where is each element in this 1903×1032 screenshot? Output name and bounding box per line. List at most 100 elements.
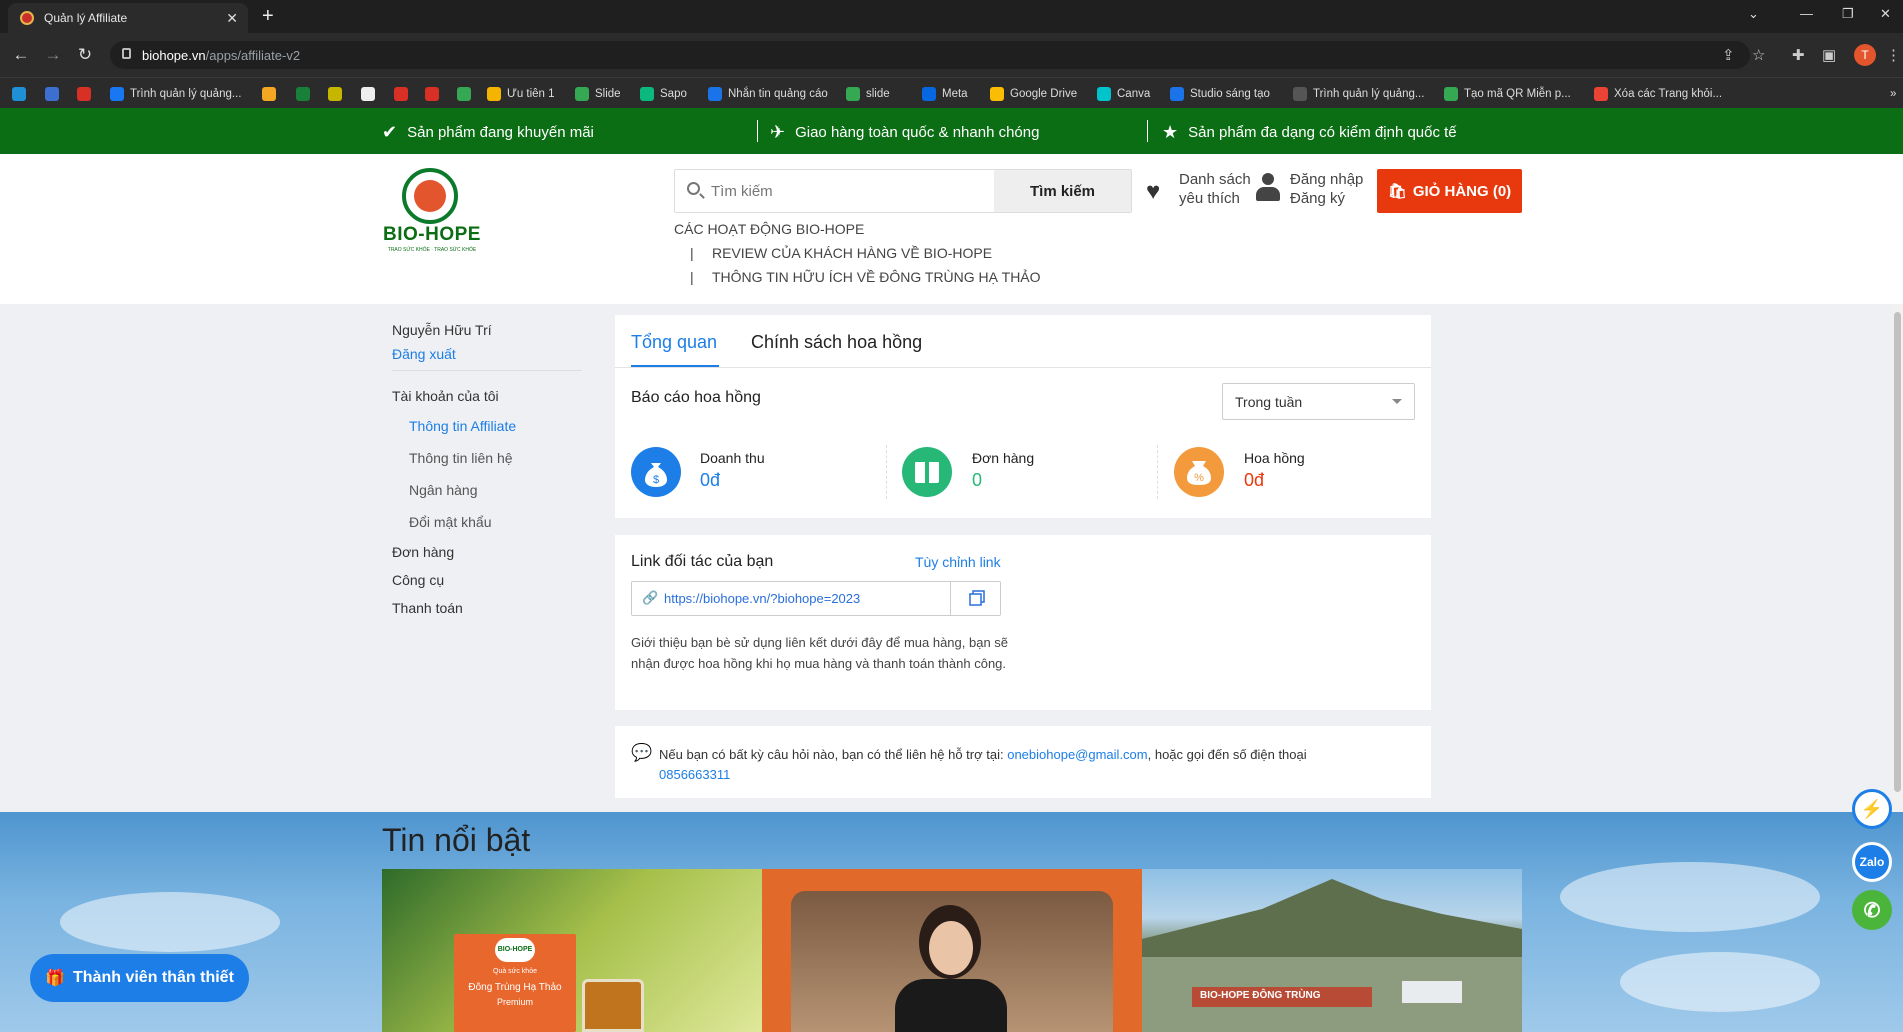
copy-button[interactable] [950,582,1000,615]
bookmark-item[interactable] [425,85,445,103]
bookmark-item[interactable] [296,85,316,103]
menu-item-info[interactable]: THÔNG TIN HỮU ÍCH VỀ ĐÔNG TRÙNG HẠ THẢO [712,269,1041,285]
sidebar-item-tools[interactable]: Công cụ [392,572,444,588]
new-tab-icon[interactable]: + [262,5,274,28]
sidebar-account[interactable]: Tài khoản của tôi [392,388,499,404]
bookmark-item[interactable]: Trình quản lý quảng... [1293,85,1424,103]
reload-icon[interactable]: ↻ [74,45,96,65]
news-card-farm[interactable]: BIO-HOPE ĐÔNG TRÙNG [1142,869,1522,1032]
bookmark-item[interactable]: Tạo mã QR Miễn p... [1444,85,1571,103]
bookmark-favicon-icon [457,87,471,101]
bookmark-item[interactable] [262,85,282,103]
bookmark-favicon-icon [1444,87,1458,101]
browser-menu-icon[interactable]: ⋮ [1886,46,1901,64]
messenger-icon[interactable]: ⚡ [1852,789,1892,829]
wishlist-line1: Danh sách [1179,171,1251,188]
phone-icon[interactable]: ✆ [1852,890,1892,930]
bookmark-favicon-icon [922,87,936,101]
support-phone-link[interactable]: 0856663311 [659,767,730,782]
profile-avatar[interactable]: T [1854,44,1876,66]
support-chat-icon: 💬 [631,743,653,762]
tab-commission-policy[interactable]: Chính sách hoa hồng [751,332,922,353]
site-logo[interactable]: BIO-HOPE TRAO SỨC KHỎE · TRAO SỨC KHỎE [382,168,482,253]
sidebar-item-bank[interactable]: Ngân hàng [409,482,478,498]
promo-quality-text: Sản phẩm đa dạng có kiểm định quốc tế [1188,124,1457,141]
cart-button[interactable]: 🛍 GIỎ HÀNG (0) [1377,169,1522,213]
customize-link[interactable]: Tùy chỉnh link [915,554,1001,570]
logout-link[interactable]: Đăng xuất [392,346,456,362]
sidebar-item-payment[interactable]: Thanh toán [392,600,463,616]
search-button[interactable]: Tìm kiếm [994,170,1131,212]
logo-emblem-icon [402,168,458,224]
tab-search-chevron-icon[interactable]: ⌄ [1748,6,1759,22]
login-link[interactable]: Đăng nhập Đăng ký [1290,170,1363,208]
bookmark-item[interactable] [12,85,32,103]
support-email-link[interactable]: onebiohope@gmail.com [1007,747,1147,762]
affiliate-link-field[interactable]: 🔗 https://biohope.vn/?biohope=2023 [631,581,1001,616]
orders-box-icon [902,447,952,497]
bookmark-item[interactable]: Meta [922,85,968,103]
period-select[interactable]: Trong tuần [1222,383,1415,420]
news-card-interview[interactable] [762,869,1142,1032]
wishlist-link[interactable]: Danh sách yêu thích [1179,170,1251,208]
partner-link-title: Link đối tác của bạn [631,553,774,570]
minimize-icon[interactable]: — [1800,6,1813,21]
bookmark-label: Sapo [660,88,687,100]
bookmark-item[interactable] [394,85,414,103]
back-arrow-icon[interactable]: ← [10,45,32,65]
sidebar-item-affiliate-info[interactable]: Thông tin Affiliate [409,418,516,434]
product-line1: Quà sức khỏe [493,968,537,975]
search-input[interactable] [711,180,991,202]
bookmark-item[interactable]: Nhắn tin quảng cáo [708,85,828,103]
zalo-icon[interactable]: Zalo [1852,842,1892,882]
share-icon[interactable]: ⇪ [1722,46,1735,64]
bookmark-item[interactable] [77,85,97,103]
sidebar-item-change-password[interactable]: Đổi mật khẩu [409,514,491,530]
bookmark-item[interactable]: Xóa các Trang khỏi... [1594,85,1722,103]
promo-sale-text: Sản phẩm đang khuyến mãi [407,124,594,141]
search-icon [687,182,700,195]
bookmark-item[interactable]: slide [846,85,890,103]
bookmark-item[interactable] [457,85,477,103]
promo-item-quality: ★ Sản phẩm đa dạng có kiểm định quốc tế [1162,122,1457,143]
scrollbar-thumb[interactable] [1894,312,1901,792]
bookmarks-overflow-icon[interactable]: » [1890,85,1896,103]
forward-arrow-icon[interactable]: → [42,45,64,65]
bookmark-item[interactable] [361,85,381,103]
bookmark-item[interactable]: Canva [1097,85,1150,103]
bookmark-favicon-icon [262,87,276,101]
loyal-member-button[interactable]: 🎁 Thành viên thân thiết [30,954,249,1002]
bookmark-item[interactable]: Trình quản lý quảng... [110,85,241,103]
heart-icon[interactable]: ♥ [1146,178,1160,206]
browser-tab-active[interactable]: Quản lý Affiliate ✕ [8,3,248,33]
menu-separator: | [690,269,694,285]
bookmark-item[interactable] [45,85,65,103]
sidebar-item-orders[interactable]: Đơn hàng [392,544,454,560]
bookmark-item[interactable]: Ưu tiên 1 [487,85,555,103]
bookmark-item[interactable]: Google Drive [990,85,1077,103]
tab-overview[interactable]: Tổng quan [631,332,717,353]
window-close-icon[interactable]: ✕ [1880,6,1891,22]
close-tab-icon[interactable]: ✕ [226,10,238,27]
side-panel-icon[interactable]: ▣ [1822,46,1836,64]
menu-item-reviews[interactable]: REVIEW CỦA KHÁCH HÀNG VỀ BIO-HOPE [712,245,992,261]
user-icon[interactable] [1256,173,1280,203]
bookmark-star-icon[interactable]: ☆ [1752,46,1765,64]
bookmark-item[interactable]: Sapo [640,85,687,103]
url-bar[interactable]: biohope.vn/apps/affiliate-v2 [110,41,1750,69]
page-scrollbar[interactable] [1892,304,1903,814]
bookmark-label: Trình quản lý quảng... [130,88,242,100]
bookmark-favicon-icon [328,87,342,101]
bookmark-item[interactable] [328,85,348,103]
bookmark-item[interactable]: Studio sáng tạo [1170,85,1270,103]
bookmark-label: Trình quản lý quảng... [1313,88,1425,100]
sidebar-item-contact-info[interactable]: Thông tin liên hệ [409,450,513,466]
news-card-product[interactable]: BIO-HOPE Quà sức khỏe Đông Trùng Hạ Thảo… [382,869,762,1032]
extensions-puzzle-icon[interactable]: ✚ [1792,46,1805,64]
tab-title: Quản lý Affiliate [44,11,128,25]
bookmark-favicon-icon [575,87,589,101]
link-chain-icon: 🔗 [642,590,659,605]
bookmark-item[interactable]: Slide [575,85,621,103]
menu-item-activities[interactable]: CÁC HOẠT ĐỘNG BIO-HOPE [674,221,864,237]
restore-icon[interactable]: ❐ [1842,6,1854,22]
